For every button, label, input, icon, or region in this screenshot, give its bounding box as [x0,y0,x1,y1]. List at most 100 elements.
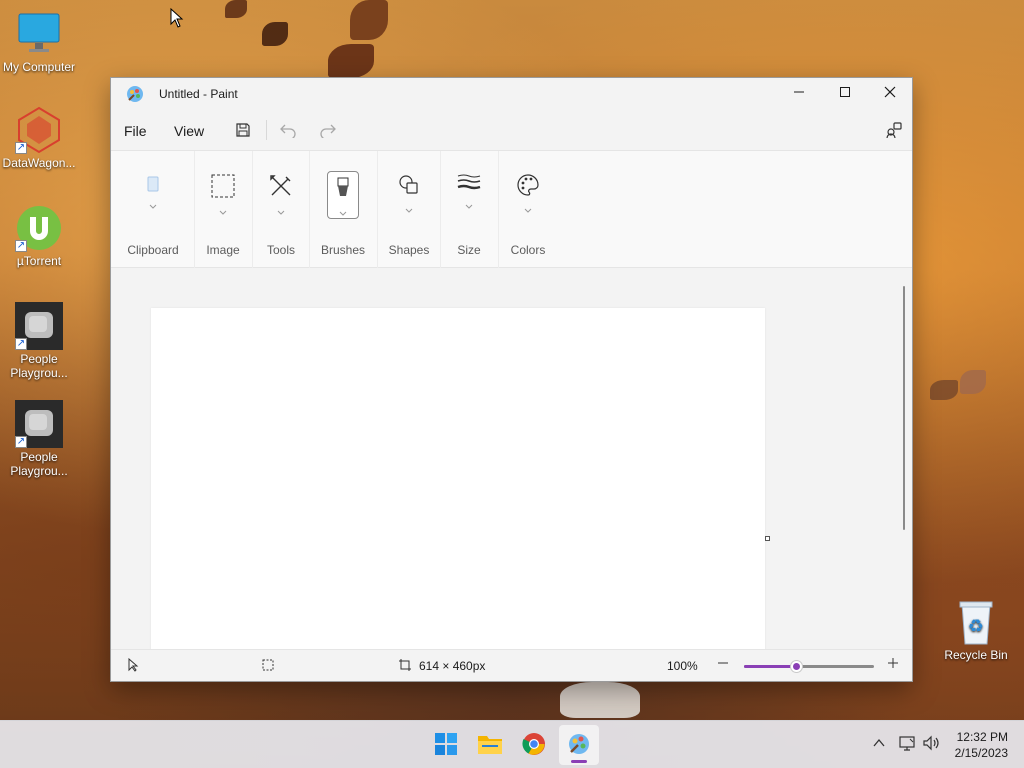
size-icon [456,173,482,196]
close-icon [884,86,896,101]
taskbar-file-explorer[interactable] [470,725,510,765]
desktop-icon-label: DataWagon... [2,156,76,170]
svg-text:♻: ♻ [968,616,984,637]
ribbon-group-label: Shapes [388,243,430,257]
paint-app-icon [126,85,144,106]
menu-file[interactable]: File [124,123,147,139]
window-title: Untitled - Paint [159,87,238,101]
monitor-icon [15,10,63,58]
zoom-percent[interactable]: 100% [667,659,698,673]
desktop-icon-label: µTorrent [16,254,62,268]
chevron-down-icon [524,203,532,217]
wallpaper-leaf [262,22,288,46]
ribbon-group-label: Size [457,243,481,257]
redo-icon [319,122,337,141]
taskbar: 12:32 PM 2/15/2023 [0,720,1024,768]
desktop-icon-recycle-bin[interactable]: ♻ Recycle Bin [936,598,1016,662]
title-bar[interactable]: Untitled - Paint [111,78,912,110]
file-explorer-icon [477,733,503,758]
show-hidden-icons-button[interactable] [872,736,886,753]
shapes-icon [397,173,421,200]
status-bar: 614 × 460px 100% [111,649,912,681]
ribbon-group-size[interactable]: Size [442,151,496,269]
canvas-area[interactable] [111,268,912,650]
ribbon-group-colors[interactable]: Colors [500,151,556,269]
desktop-icon-people-playground-1[interactable]: ↗ People Playgrou... [0,302,78,380]
shortcut-arrow-icon: ↗ [15,142,27,154]
zoom-in-button[interactable] [887,656,899,673]
desktop-icon-label: Recycle Bin [944,648,1008,662]
maximize-button[interactable] [822,78,868,108]
ribbon-group-clipboard[interactable]: Clipboard [116,151,190,269]
menu-view[interactable]: View [174,123,204,139]
utorrent-icon: ↗ [15,204,63,252]
network-icon[interactable] [898,734,916,755]
ribbon-group-brushes[interactable]: Brushes [314,151,372,269]
drawing-canvas[interactable] [151,308,765,650]
chrome-icon [522,732,546,759]
chevron-down-icon [277,205,285,219]
undo-button[interactable] [274,117,302,145]
ribbon-group-shapes[interactable]: Shapes [379,151,439,269]
ribbon-separator [252,151,253,269]
ribbon: Clipboard Image Tools Brushes Shapes Siz… [111,150,912,269]
wallpaper-leaf [560,682,640,718]
taskbar-paint[interactable] [559,725,599,765]
volume-icon[interactable] [922,734,940,755]
zoom-slider-fill [744,665,796,668]
clock[interactable]: 12:32 PM 2/15/2023 [955,729,1008,761]
chevron-up-icon [872,738,886,753]
settings-button[interactable] [879,117,907,145]
desktop-icon-datawagon[interactable]: ↗ DataWagon... [0,106,78,170]
desktop-icon-people-playground-2[interactable]: ↗ People Playgrou... [0,400,78,478]
ribbon-separator [498,151,499,269]
shortcut-arrow-icon: ↗ [15,436,27,448]
start-button[interactable] [426,725,466,765]
desktop-icon-label: My Computer [2,60,76,74]
shortcut-arrow-icon: ↗ [15,240,27,252]
wallpaper-leaf [350,0,388,40]
ribbon-group-image[interactable]: Image [196,151,250,269]
brush-icon [333,176,353,203]
wallpaper-leaf [960,370,986,394]
zoom-slider-thumb[interactable] [791,661,802,672]
redo-button[interactable] [314,117,342,145]
paint-icon [567,732,591,759]
mouse-cursor-icon [170,7,184,31]
desktop-icon-utorrent[interactable]: ↗ µTorrent [0,204,78,268]
canvas-size-icon [398,658,412,675]
tools-icon [268,173,294,202]
ribbon-group-label: Colors [510,243,546,257]
clipboard-icon [143,173,163,196]
vertical-scrollbar[interactable] [903,286,905,530]
game-icon: ↗ [15,302,63,350]
chevron-down-icon [339,206,347,220]
ribbon-separator [377,151,378,269]
settings-icon [884,121,902,142]
selection-icon [210,173,236,202]
desktop-icon-my-computer[interactable]: My Computer [0,10,78,74]
taskbar-chrome[interactable] [514,725,554,765]
zoom-slider[interactable] [744,661,874,672]
close-button[interactable] [867,78,913,108]
chevron-down-icon [405,203,413,217]
ribbon-group-label: Brushes [320,243,366,257]
minimize-button[interactable] [776,78,822,108]
wallpaper-leaf [328,44,374,78]
maximize-icon [839,86,851,101]
ribbon-group-tools[interactable]: Tools [254,151,308,269]
zoom-out-button[interactable] [717,656,729,673]
chevron-down-icon [219,205,227,219]
datawagon-icon: ↗ [15,106,63,154]
desktop-icon-label: People Playgrou... [10,352,68,380]
save-button[interactable] [229,117,257,145]
canvas-resize-handle[interactable] [765,536,770,541]
cursor-position-icon [127,657,139,675]
palette-icon [516,173,540,200]
menu-bar: File View [111,110,912,150]
ribbon-separator [440,151,441,269]
chevron-down-icon [149,199,157,213]
undo-icon [279,122,297,141]
desktop-icon-label: People Playgrou... [10,450,68,478]
shortcut-arrow-icon: ↗ [15,338,27,350]
